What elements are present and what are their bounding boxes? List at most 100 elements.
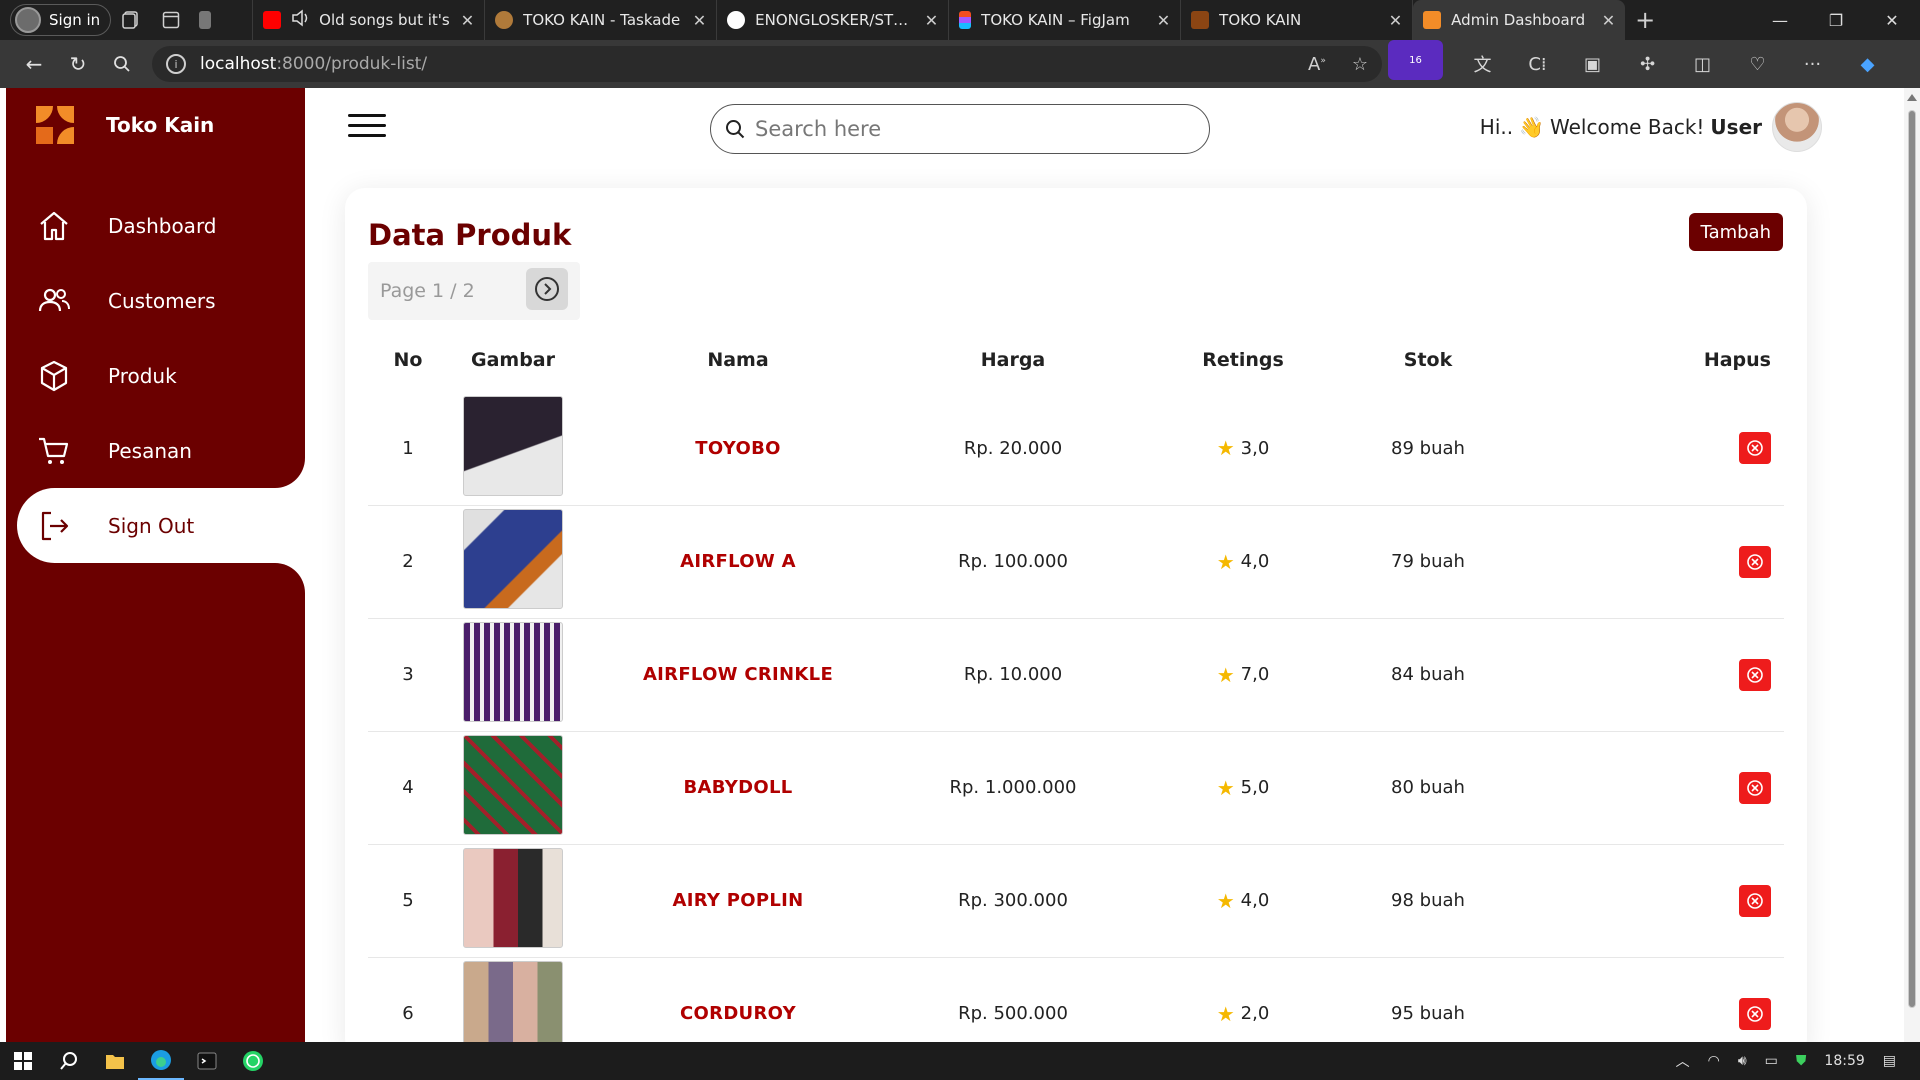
avatar[interactable] (1772, 102, 1822, 152)
start-icon[interactable] (0, 1042, 46, 1080)
terminal-icon[interactable] (184, 1042, 230, 1080)
edge-icon[interactable] (138, 1042, 184, 1080)
wifi-icon[interactable]: ◠ (1708, 1053, 1720, 1069)
battery-icon[interactable]: ▭ (1765, 1053, 1778, 1069)
translate-icon[interactable]: 文 (1455, 44, 1510, 84)
tab-github[interactable]: ENONGLOSKER/STORE ✕ (717, 0, 950, 40)
scrollbar-thumb[interactable] (1908, 110, 1916, 1008)
figma-icon (959, 11, 972, 29)
product-name[interactable]: AIRFLOW A (578, 504, 898, 618)
sidebar-item-sign-out[interactable]: Sign Out (17, 488, 305, 563)
close-tab-icon[interactable]: ✕ (693, 11, 706, 30)
delete-button[interactable] (1739, 545, 1771, 578)
tab-youtube[interactable]: Old songs but it's ✕ (253, 0, 486, 40)
product-price: Rp. 500.000 (898, 956, 1128, 1042)
page-scrollbar[interactable] (1904, 88, 1920, 1042)
search-taskbar-icon[interactable] (46, 1042, 92, 1080)
delete-button[interactable] (1739, 884, 1771, 917)
product-name[interactable]: TOYOBO (578, 392, 898, 505)
new-tab-icon[interactable]: + (1625, 0, 1665, 40)
site-icon (1191, 11, 1210, 29)
os-taskbar: ︿ ◠ 🔊︎ ▭ ⛊ 18:59 ▤ (0, 1042, 1920, 1080)
favorite-icon[interactable]: ☆ (1352, 54, 1368, 75)
sidebar-item-dashboard[interactable]: Dashboard (6, 188, 305, 263)
product-image[interactable] (463, 509, 563, 609)
product-image[interactable] (463, 961, 563, 1042)
sidebar-item-produk[interactable]: Produk (6, 338, 305, 413)
tab-title: TOKO KAIN - Taskade (523, 11, 681, 29)
delete-cell (1498, 843, 1784, 957)
star-icon: ★ (1216, 436, 1235, 461)
volume-icon[interactable]: 🔊︎ (1738, 1053, 1747, 1069)
site-info-icon[interactable]: i (166, 54, 186, 74)
delete-button[interactable] (1739, 658, 1771, 691)
extension-toolbar: 16 文 C⁞ ▣ ✣ ◫ ♡ ··· ◆ (1388, 40, 1895, 84)
close-tab-icon[interactable]: ✕ (1157, 11, 1170, 30)
product-image[interactable] (463, 395, 563, 496)
close-window-icon[interactable]: ✕ (1864, 0, 1920, 40)
read-aloud-icon[interactable]: A» (1308, 54, 1326, 75)
extensions-icon[interactable]: ✣ (1620, 44, 1675, 84)
product-name[interactable]: AIRY POPLIN (578, 843, 898, 957)
restore-icon[interactable]: ❐ (1808, 0, 1864, 40)
search-page-icon[interactable] (100, 44, 144, 84)
sidebar-item-customers[interactable]: Customers (6, 263, 305, 338)
product-stock: 84 buah (1358, 617, 1498, 731)
close-tab-icon[interactable]: ✕ (925, 11, 938, 30)
file-explorer-icon[interactable] (92, 1042, 138, 1080)
profile-button[interactable]: Sign in (10, 4, 112, 36)
tab-actions-icon[interactable] (151, 0, 191, 40)
notifications-icon[interactable]: ▤ (1883, 1053, 1896, 1069)
delete-button[interactable] (1739, 771, 1771, 804)
tab-figjam[interactable]: TOKO KAIN – FigJam ✕ (949, 0, 1182, 40)
product-image[interactable] (463, 622, 563, 722)
column-header: Retings (1202, 349, 1284, 371)
whatsapp-icon[interactable] (230, 1042, 276, 1080)
url-actions: A» ☆ (1308, 54, 1368, 75)
copilot-icon[interactable]: ◆ (1840, 44, 1895, 84)
split-screen-icon[interactable]: ◫ (1675, 44, 1730, 84)
scroll-up-icon[interactable] (1907, 94, 1917, 101)
close-tab-icon[interactable]: ✕ (1602, 11, 1615, 30)
close-circle-icon (1747, 892, 1763, 909)
browser-essentials-icon[interactable]: ♡ (1730, 44, 1785, 84)
more-menu-icon[interactable]: ··· (1785, 44, 1840, 84)
menu-toggle-icon[interactable] (348, 114, 386, 138)
workspaces-icon[interactable] (111, 0, 151, 40)
add-product-button[interactable]: Tambah (1688, 213, 1783, 251)
system-tray: ︿ ◠ 🔊︎ ▭ ⛊ 18:59 ▤ (1676, 1051, 1920, 1071)
copilot-extension-icon[interactable]: C⁞ (1510, 44, 1565, 84)
star-icon: ★ (1216, 888, 1235, 913)
product-name[interactable]: BABYDOLL (578, 730, 898, 844)
delete-button[interactable] (1739, 432, 1771, 465)
column-header: Stok (1403, 349, 1453, 371)
tab-toko-kain[interactable]: TOKO KAIN ✕ (1181, 0, 1414, 40)
next-page-button[interactable] (526, 268, 568, 310)
close-tab-icon[interactable]: ✕ (1389, 11, 1402, 30)
star-icon: ★ (1216, 662, 1235, 687)
back-icon[interactable]: ← (12, 44, 56, 84)
signout-icon (36, 508, 72, 544)
screenshot-icon[interactable]: ▣ (1565, 44, 1620, 84)
product-name[interactable]: AIRFLOW CRINKLE (578, 617, 898, 731)
search-input[interactable] (755, 117, 1175, 141)
security-icon[interactable]: ⛊ (1796, 1053, 1807, 1069)
sidebar-item-pesanan[interactable]: Pesanan (6, 413, 305, 488)
delete-button[interactable] (1739, 997, 1771, 1030)
minimize-icon[interactable]: — (1752, 0, 1808, 40)
chevron-up-icon[interactable]: ︿ (1676, 1051, 1690, 1071)
tab-pinned[interactable] (191, 0, 254, 40)
column-header: Gambar (470, 349, 555, 371)
product-image[interactable] (463, 735, 563, 835)
brand[interactable]: Toko Kain (36, 106, 214, 144)
refresh-icon[interactable]: ↻ (56, 44, 100, 84)
clock[interactable]: 18:59 (1824, 1053, 1864, 1069)
product-image[interactable] (463, 848, 563, 948)
tab-admin-dashboard[interactable]: Admin Dashboard ✕ (1413, 0, 1626, 40)
extension-badge-icon[interactable]: 16 (1388, 40, 1455, 84)
url-field[interactable]: i localhost:8000/produk-list/ A» ☆ (152, 46, 1382, 82)
product-rating-cell: ★ 5,0 (1128, 730, 1358, 844)
product-name[interactable]: CORDUROY (578, 956, 898, 1042)
tab-taskade[interactable]: TOKO KAIN - Taskade ✕ (485, 0, 718, 40)
close-tab-icon[interactable]: ✕ (461, 11, 474, 30)
